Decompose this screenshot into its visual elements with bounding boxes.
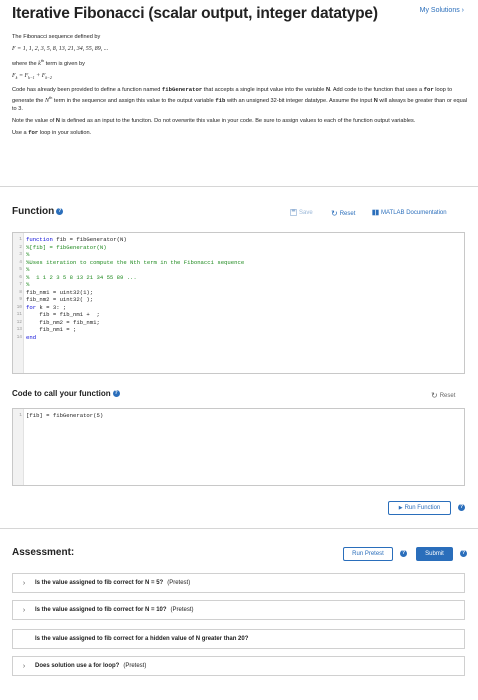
code-text: fib_nm1 = uint32(1);: [26, 288, 94, 296]
book-icon: [372, 209, 379, 216]
code-lines: 1 function fib = fibGenerator(N) 2 %[fib] =…: [13, 236, 464, 341]
code-line: 5%: [13, 266, 464, 274]
play-icon: ▶: [398, 505, 403, 511]
assessment-question: Does solution use a for loop?: [35, 663, 120, 669]
code-text: end: [26, 333, 37, 341]
code-lines: 1 [fib] = fibGenerator(5): [13, 412, 464, 420]
code-line: 3%: [13, 251, 464, 259]
save-button[interactable]: Save: [290, 209, 313, 216]
code-line: 6 % 1 1 2 3 5 8 13 21 34 55 89 ...: [13, 274, 464, 282]
assessment-question: Is the value assigned to fib correct for…: [35, 580, 164, 586]
code-line: 13 fib_nm1 = ;: [13, 326, 464, 334]
call-code-editor[interactable]: 1 [fib] = fibGenerator(5): [12, 408, 465, 486]
desc-use-for: Use a for loop in your solution.: [12, 128, 92, 136]
assessment-question: Is the value assigned to fib correct for…: [35, 636, 249, 642]
line-number: 13: [16, 327, 22, 332]
chevron-right-icon[interactable]: ›: [13, 607, 35, 614]
page: Iterative Fibonacci (scalar output, inte…: [0, 0, 478, 700]
matlab-documentation-link[interactable]: MATLAB Documentation: [372, 209, 447, 216]
line-number: 5: [19, 267, 22, 272]
code-line: 10 for k = 3: ;: [13, 304, 464, 312]
code-text: [fib] = fibGenerator(5): [26, 412, 104, 419]
help-circle-icon[interactable]: ?: [458, 504, 465, 511]
page-title: Iterative Fibonacci (scalar output, inte…: [12, 5, 378, 22]
assessment-item[interactable]: › Is the value assigned to fib correct fo…: [12, 600, 465, 620]
desc-sequence-formula: F = 1, 1, 2, 3, 5, 8, 13, 21, 34, 55, 89…: [12, 45, 470, 53]
divider: [0, 528, 478, 529]
problem-description: The Fibonacci sequence defined by F = 1,…: [12, 33, 470, 141]
code-text: fib_nm2 = uint32( );: [26, 296, 94, 303]
line-number: 14: [16, 334, 22, 340]
help-circle-icon[interactable]: ?: [460, 550, 467, 557]
code-text: fib_nm1 = ;: [26, 326, 77, 333]
my-solutions-link[interactable]: My Solutions ›: [420, 7, 464, 14]
line-number: 2: [19, 244, 22, 250]
line-number: 12: [16, 319, 22, 325]
code-line: 9 fib_nm2 = uint32( );: [13, 296, 464, 304]
assessment-item[interactable]: Is the value assigned to fib correct for…: [12, 629, 465, 649]
floppy-icon: [290, 209, 297, 216]
line-number: 10: [16, 304, 22, 310]
assessment-item[interactable]: › Is the value assigned to fib correct fo…: [12, 573, 465, 593]
code-text: %: [26, 266, 30, 273]
line-number: 3: [19, 252, 22, 257]
reset-button[interactable]: ↻ Reset: [331, 209, 355, 218]
help-circle-icon[interactable]: ?: [400, 550, 407, 557]
code-text: %[fib] = fibGenerator(N): [26, 243, 107, 251]
line-number: 1: [19, 413, 22, 418]
pretest-tag: (Pretest): [167, 580, 191, 586]
sequence-math: F = 1, 1, 2, 3, 5, 8, 13, 21, 34, 55, 89…: [12, 46, 109, 52]
code-text: %: [26, 251, 30, 258]
pretest-tag: (Pretest): [170, 607, 194, 613]
line-number: 11: [16, 312, 22, 317]
code-line: 2 %[fib] = fibGenerator(N): [13, 244, 464, 252]
code-line: 1 function fib = fibGenerator(N): [13, 236, 464, 244]
line-number: 7: [19, 282, 22, 287]
chevron-right-icon[interactable]: ›: [13, 580, 35, 587]
code-text: %: [26, 281, 30, 288]
recurrence-math: Fk = Fk−1 + Fk−2: [12, 72, 52, 81]
line-number: 9: [19, 297, 22, 302]
line-number: 8: [19, 289, 22, 295]
desc-line-1: The Fibonacci sequence defined by: [12, 34, 101, 40]
assessment-question: Is the value assigned to fib correct for…: [35, 607, 167, 613]
code-text: % 1 1 2 3 5 8 13 21 34 55 89 ...: [26, 273, 137, 281]
refresh-icon: ↻: [331, 209, 338, 218]
desc-instructions: Code has already been provided to define…: [12, 86, 468, 112]
call-section-title: Code to call your function?: [12, 389, 120, 398]
call-reset-button[interactable]: ↻ Reset: [431, 391, 455, 400]
line-number: 6: [19, 274, 22, 280]
code-text: %Uses iteration to compute the Nth term …: [26, 258, 245, 266]
pretest-tag: (Pretest): [123, 663, 147, 669]
code-line: 11 fib = fib_nm1 + ;: [13, 311, 464, 319]
code-text: for k = 3: ;: [26, 303, 67, 311]
code-text: fib = fib_nm1 + ;: [26, 311, 100, 318]
desc-recurrence-formula: Fk = Fk−1 + Fk−2: [12, 72, 470, 82]
line-number-gutter: [13, 409, 24, 485]
code-line: 14 end: [13, 334, 464, 342]
assessment-title: Assessment:: [12, 547, 75, 558]
code-line: 4 %Uses iteration to compute the Nth term…: [13, 259, 464, 267]
divider: [0, 186, 478, 187]
help-circle-icon[interactable]: ?: [56, 207, 64, 215]
code-line: 1 [fib] = fibGenerator(5): [13, 412, 464, 420]
code-line: 8 fib_nm1 = uint32(1);: [13, 289, 464, 297]
refresh-icon: ↻: [431, 391, 438, 400]
code-text: function fib = fibGenerator(N): [26, 236, 127, 243]
desc-note: Note the value of N is defined as an inp…: [12, 117, 416, 124]
desc-line-3: where the kth term is given by: [12, 58, 85, 67]
run-function-button[interactable]: ▶ Run Function: [388, 501, 451, 515]
line-number: 4: [19, 259, 22, 265]
function-code-editor[interactable]: 1 function fib = fibGenerator(N) 2 %[fib] =…: [12, 232, 465, 374]
code-text: fib_nm2 = fib_nm1;: [26, 318, 100, 326]
function-section-title: Function?: [12, 206, 64, 217]
run-pretest-button[interactable]: Run Pretest: [343, 547, 393, 561]
code-line: 7%: [13, 281, 464, 289]
assessment-item[interactable]: › Does solution use a for loop? (Pretest): [12, 656, 465, 676]
chevron-right-icon[interactable]: ›: [13, 663, 35, 670]
submit-button[interactable]: Submit: [416, 547, 453, 561]
line-number: 1: [19, 237, 22, 242]
code-line: 12 fib_nm2 = fib_nm1;: [13, 319, 464, 327]
help-circle-icon[interactable]: ?: [112, 390, 120, 398]
